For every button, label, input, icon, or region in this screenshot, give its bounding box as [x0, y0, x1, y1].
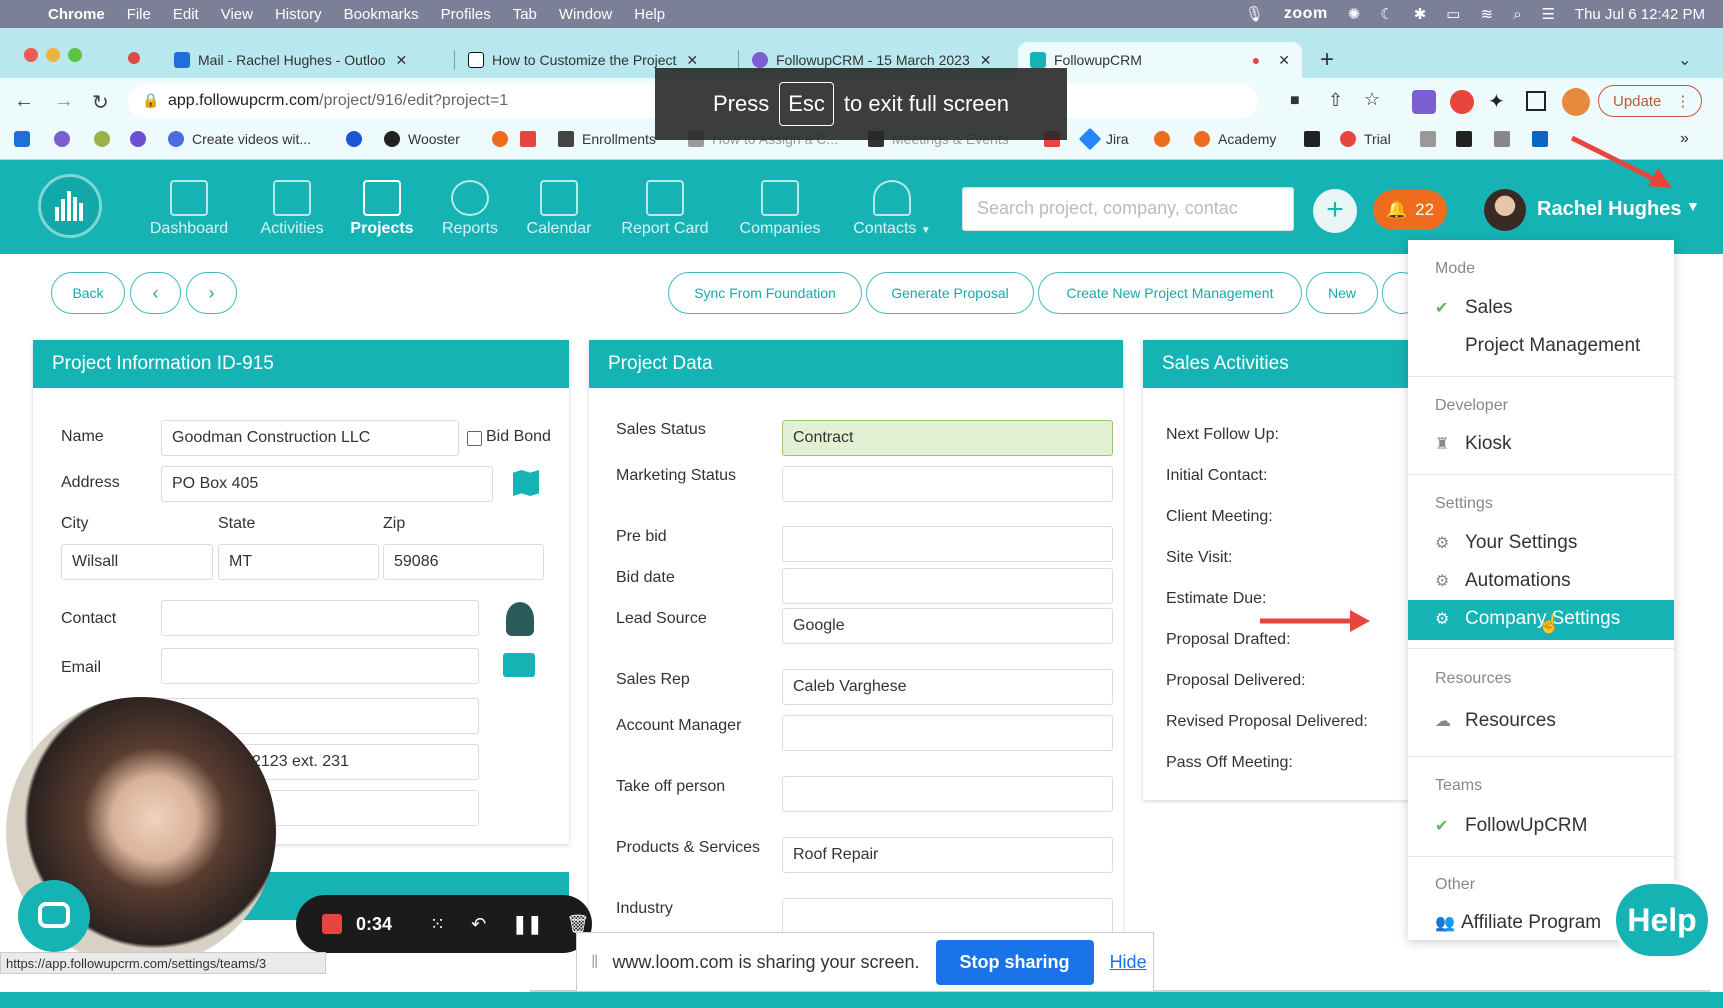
check-icon: ✔: [1435, 300, 1449, 317]
people-icon: 👥: [1435, 915, 1455, 932]
drag-handle-icon[interactable]: ‖: [591, 952, 598, 973]
menu-divider: [1408, 756, 1674, 757]
settings-header: Settings: [1435, 495, 1493, 512]
check-icon: ✔: [1435, 818, 1449, 835]
arrow-head: [1350, 610, 1370, 632]
menu-label: Project Management: [1465, 335, 1641, 356]
kiosk-icon: ♜: [1435, 436, 1450, 453]
screen-share-bar: ‖ www.loom.com is sharing your screen. S…: [576, 932, 1154, 992]
menu-your-settings[interactable]: ⚙ Your Settings: [1435, 532, 1577, 554]
teams-header: Teams: [1435, 777, 1483, 794]
menu-affiliate-program[interactable]: 👥 Affiliate Program: [1435, 912, 1601, 934]
gear-icon: ⚙: [1435, 611, 1450, 628]
resources-header: Resources: [1435, 670, 1512, 687]
mode-header: Mode: [1435, 260, 1476, 277]
gear-icon: ⚙: [1435, 535, 1450, 552]
stop-record-icon[interactable]: [322, 914, 342, 934]
menu-automations[interactable]: ⚙ Automations: [1435, 570, 1571, 592]
menu-label: FollowUpCRM: [1465, 815, 1588, 836]
gear-icon: ⚙: [1435, 573, 1450, 590]
menu-project-management[interactable]: Project Management: [1435, 335, 1640, 357]
grid-icon[interactable]: ⁙: [430, 914, 445, 935]
menu-resources[interactable]: ☁ Resources: [1435, 710, 1556, 732]
pause-icon[interactable]: ❚❚: [512, 914, 542, 935]
status-url: https://app.followupcrm.com/settings/tea…: [0, 952, 326, 974]
menu-label: Kiosk: [1465, 433, 1512, 454]
cursor-hand-icon: ☝: [1538, 614, 1561, 634]
cloud-icon: ☁: [1435, 713, 1451, 730]
loom-chat-button[interactable]: [18, 880, 90, 952]
menu-team-followupcrm[interactable]: ✔ FollowUpCRM: [1435, 815, 1587, 837]
chat-icon: [38, 902, 70, 928]
menu-divider: [1408, 376, 1674, 377]
menu-label: Affiliate Program: [1461, 912, 1602, 933]
menu-label: Your Settings: [1465, 532, 1578, 553]
menu-company-settings[interactable]: ⚙ Company Settings: [1435, 608, 1620, 630]
share-text: www.loom.com is sharing your screen.: [612, 951, 920, 972]
bottom-teal-strip: [0, 992, 1723, 1008]
help-button[interactable]: Help: [1612, 880, 1712, 960]
menu-divider: [1408, 856, 1674, 857]
undo-icon[interactable]: ↶: [471, 914, 486, 935]
menu-label: Sales: [1465, 297, 1513, 318]
record-timer: 0:34: [356, 913, 393, 934]
other-header: Other: [1435, 876, 1476, 893]
menu-label: Resources: [1465, 710, 1556, 731]
menu-divider: [1408, 648, 1674, 649]
hide-link[interactable]: Hide: [1110, 952, 1147, 973]
menu-label: Automations: [1465, 570, 1571, 591]
menu-divider: [1408, 474, 1674, 475]
loom-control-bar: 0:34 ⁙ ↶ ❚❚ 🗑: [296, 895, 592, 953]
menu-kiosk[interactable]: ♜ Kiosk: [1435, 433, 1511, 455]
arrow-to-user-menu: [1570, 135, 1662, 185]
menu-sales[interactable]: ✔ Sales: [1435, 297, 1513, 319]
developer-header: Developer: [1435, 397, 1508, 414]
stop-sharing-button[interactable]: Stop sharing: [935, 939, 1094, 985]
